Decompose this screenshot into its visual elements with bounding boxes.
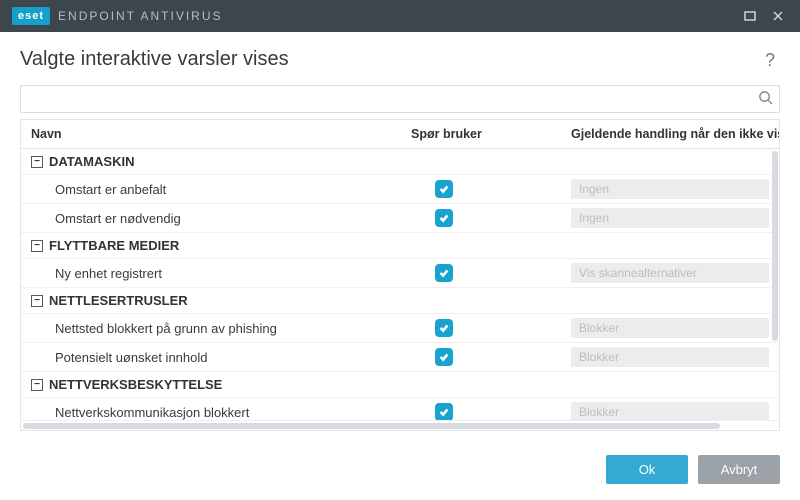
ask-user-checkbox[interactable]: [435, 209, 453, 227]
table-row[interactable]: Omstart er anbefalt Ingen: [21, 175, 779, 204]
collapse-icon[interactable]: −: [31, 240, 43, 252]
page-title: Valgte interaktive varsler vises: [20, 48, 760, 71]
content-area: Navn Spør bruker Gjeldende handling når …: [0, 85, 800, 441]
ok-button[interactable]: Ok: [606, 455, 688, 484]
collapse-icon[interactable]: −: [31, 379, 43, 391]
brand-badge: eset: [12, 7, 50, 25]
row-name: Nettverkskommunikasjon blokkert: [55, 405, 249, 420]
close-icon: [772, 10, 784, 22]
category-row[interactable]: −FLYTTBARE MEDIER: [21, 233, 779, 259]
row-name: Omstart er nødvendig: [55, 211, 181, 226]
table-row[interactable]: Omstart er nødvendig Ingen: [21, 204, 779, 233]
search-icon[interactable]: [758, 90, 773, 108]
ask-user-checkbox[interactable]: [435, 319, 453, 337]
brand-name: ENDPOINT ANTIVIRUS: [58, 9, 222, 23]
alerts-table: Navn Spør bruker Gjeldende handling når …: [20, 119, 780, 431]
col-action[interactable]: Gjeldende handling når den ikke vise: [561, 120, 779, 148]
table-body: −DATAMASKINOmstart er anbefaltIngenOmsta…: [21, 149, 779, 420]
minimize-icon: [744, 10, 756, 22]
ask-user-checkbox[interactable]: [435, 180, 453, 198]
default-action-field: Blokker: [571, 347, 769, 367]
default-action-field: Ingen: [571, 179, 769, 199]
vertical-scroll-thumb[interactable]: [772, 151, 778, 341]
category-label: DATAMASKIN: [49, 154, 134, 169]
col-ask[interactable]: Spør bruker: [401, 120, 561, 148]
table-header: Navn Spør bruker Gjeldende handling når …: [21, 120, 779, 149]
titlebar: eset ENDPOINT ANTIVIRUS: [0, 0, 800, 32]
category-label: NETTLESERTRUSLER: [49, 293, 188, 308]
default-action-field: Ingen: [571, 208, 769, 228]
vertical-scrollbar[interactable]: [771, 149, 779, 420]
ask-user-checkbox[interactable]: [435, 264, 453, 282]
search-bar: [20, 85, 780, 113]
ask-user-checkbox[interactable]: [435, 403, 453, 420]
row-name: Ny enhet registrert: [55, 266, 162, 281]
category-label: NETTVERKSBESKYTTELSE: [49, 377, 222, 392]
dialog-footer: Ok Avbryt: [0, 441, 800, 500]
cancel-button[interactable]: Avbryt: [698, 455, 780, 484]
col-name[interactable]: Navn: [21, 120, 401, 148]
default-action-field: Blokker: [571, 402, 769, 420]
collapse-icon[interactable]: −: [31, 295, 43, 307]
default-action-field: Vis skannealternativer: [571, 263, 769, 283]
table-row[interactable]: Potensielt uønsket innhold Blokker: [21, 343, 779, 372]
category-label: FLYTTBARE MEDIER: [49, 238, 179, 253]
row-name: Potensielt uønsket innhold: [55, 350, 207, 365]
row-name: Omstart er anbefalt: [55, 182, 166, 197]
help-button[interactable]: ?: [760, 50, 780, 70]
row-name: Nettsted blokkert på grunn av phishing: [55, 321, 277, 336]
horizontal-scroll-thumb[interactable]: [23, 423, 720, 429]
minimize-button[interactable]: [736, 2, 764, 30]
ask-user-checkbox[interactable]: [435, 348, 453, 366]
category-row[interactable]: −DATAMASKIN: [21, 149, 779, 175]
horizontal-scrollbar[interactable]: [21, 420, 779, 430]
collapse-icon[interactable]: −: [31, 156, 43, 168]
category-row[interactable]: −NETTVERKSBESKYTTELSE: [21, 372, 779, 398]
close-button[interactable]: [764, 2, 792, 30]
category-row[interactable]: −NETTLESERTRUSLER: [21, 288, 779, 314]
dialog-header: Valgte interaktive varsler vises ?: [0, 32, 800, 85]
table-row[interactable]: Nettverkskommunikasjon blokkert Blokker: [21, 398, 779, 420]
search-input[interactable]: [21, 86, 779, 112]
table-row[interactable]: Ny enhet registrert Vis skannealternative…: [21, 259, 779, 288]
table-row[interactable]: Nettsted blokkert på grunn av phishing Bl…: [21, 314, 779, 343]
default-action-field: Blokker: [571, 318, 769, 338]
app-window: eset ENDPOINT ANTIVIRUS Valgte interakti…: [0, 0, 800, 500]
